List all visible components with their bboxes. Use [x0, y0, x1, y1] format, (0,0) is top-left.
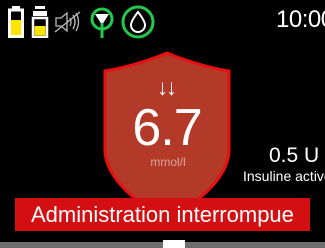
alert-banner[interactable]: Administration interrompue — [15, 198, 310, 231]
pump-home-screen: 10:00 ↓↓ 6.7 mmol/l 0.5 U Insuline activ… — [0, 0, 325, 248]
glucose-unit: mmol/l — [150, 155, 186, 169]
menu-handle[interactable] — [163, 240, 185, 248]
active-insulin-label: Insuline active — [243, 168, 325, 184]
double-down-arrow-icon: ↓↓ — [157, 75, 177, 100]
glucose-value: 6.7 — [132, 99, 202, 157]
active-insulin-value: 0.5 U — [269, 144, 320, 167]
